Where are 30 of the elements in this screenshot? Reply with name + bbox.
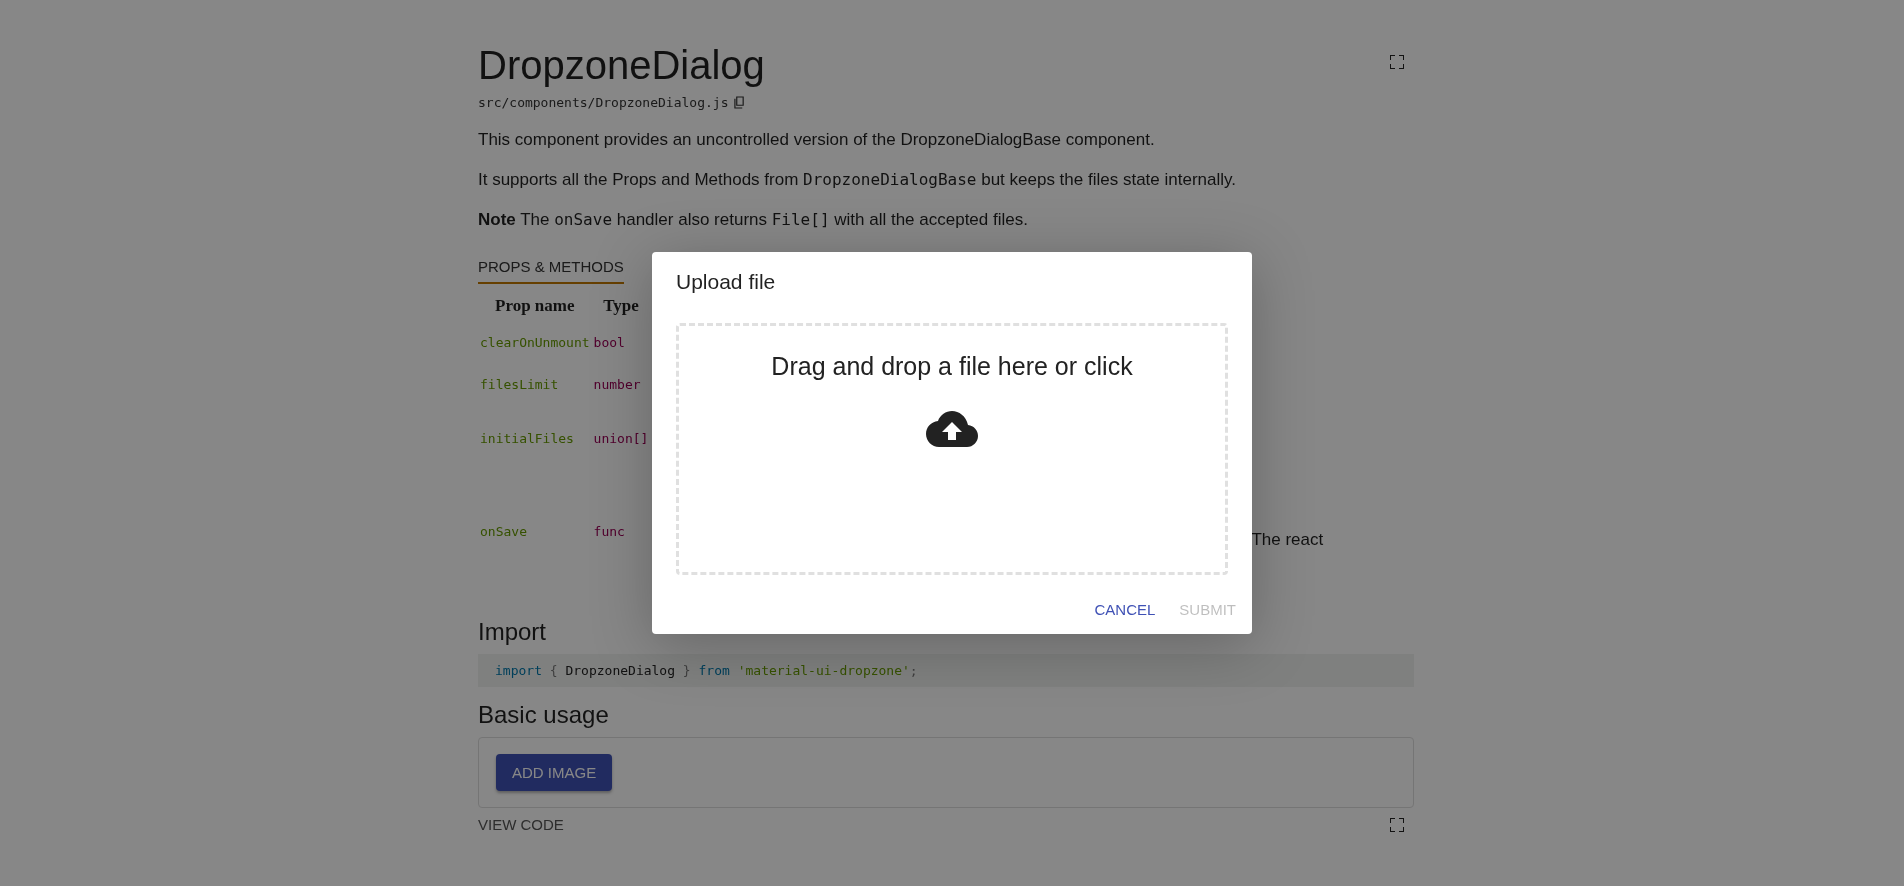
paragraph: It supports all the Props and Methods from DropzoneDialogBase but keeps the files state internally.	[478, 169, 1237, 191]
prop-type: bool	[592, 333, 626, 352]
dropzone[interactable]: Drag and drop a file here or click	[676, 323, 1228, 575]
prop-type: union[]	[592, 429, 650, 448]
dialog-title: Upload file	[675, 269, 777, 295]
prop-name: clearOnUnmount	[479, 333, 591, 352]
prop-description: The react	[1251, 530, 1324, 549]
copy-icon[interactable]	[734, 96, 746, 109]
dropzone-text: Drag and drop a file here or click	[771, 352, 1133, 381]
prop-name: onSave	[479, 523, 528, 541]
section-heading: Import	[478, 618, 547, 646]
column-header: Type	[602, 295, 640, 317]
paragraph: This component provides an uncontrolled version of the DropzoneDialogBase component.	[478, 129, 1156, 151]
paragraph: Note The onSave handler also returns File[] with all the accepted files.	[478, 209, 1029, 231]
page-title: DropzoneDialog	[478, 42, 765, 89]
import-statement: import { DropzoneDialog } from 'material-ui-dropzone';	[495, 663, 918, 678]
column-header: Prop name	[494, 295, 576, 317]
prop-name: filesLimit	[479, 375, 560, 394]
view-code-link[interactable]: VIEW CODE	[478, 816, 564, 833]
prop-type: number	[592, 375, 642, 394]
add-image-button[interactable]: ADD IMAGE	[496, 754, 613, 791]
fullscreen-icon[interactable]	[1390, 817, 1404, 832]
prop-name: initialFiles	[479, 429, 575, 448]
section-heading: Basic usage	[478, 701, 610, 729]
cancel-button[interactable]: CANCEL	[1086, 595, 1164, 624]
cloud-upload-icon	[926, 411, 978, 447]
tab[interactable]: PROPS & METHODS	[478, 250, 624, 284]
file-path: src/components/DropzoneDialog.js	[478, 95, 729, 110]
fullscreen-icon[interactable]	[1390, 55, 1404, 69]
prop-type: func	[592, 523, 626, 541]
